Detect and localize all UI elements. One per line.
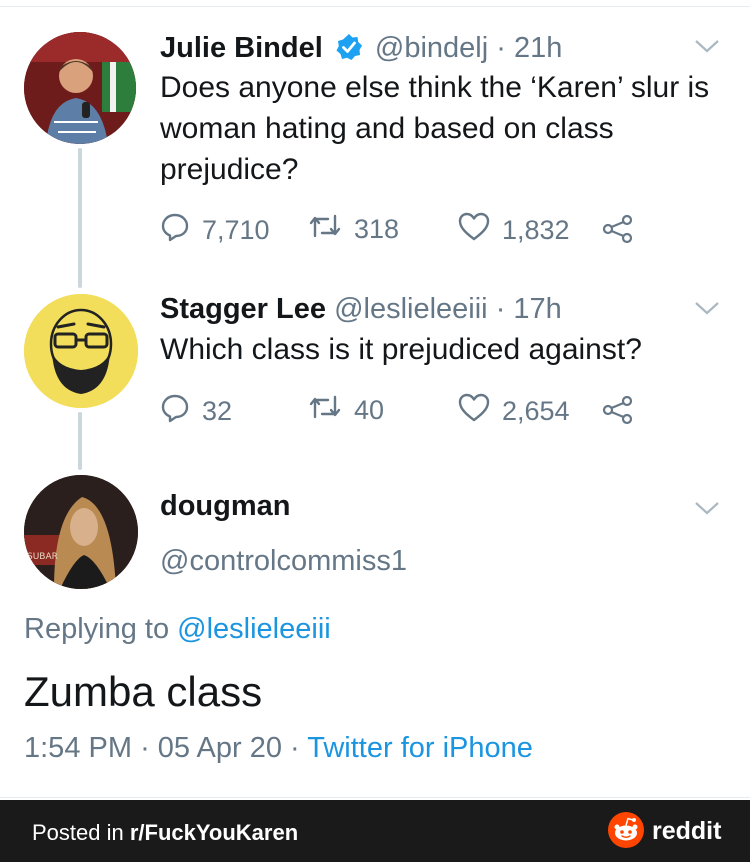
chevron-down-icon[interactable] [694,300,720,321]
reply-icon [160,212,190,249]
separator: · [290,732,300,764]
reddit-snoo-icon [608,812,644,848]
separator: · [496,32,506,64]
bottom-divider [0,797,750,798]
reddit-footer: Posted in r/FuckYouKaren reddit [0,800,750,862]
tweet-text: Zumba class [24,668,263,715]
share-button[interactable] [602,395,634,432]
like-button[interactable]: 2,654 [458,393,570,430]
chevron-down-icon[interactable] [694,38,720,59]
timestamp[interactable]: 21h [514,32,562,64]
thread-connector [78,412,82,470]
display-name[interactable]: Julie Bindel [160,32,323,64]
reddit-wordmark[interactable]: reddit [652,817,721,846]
reply-count: 32 [202,396,233,426]
reply-button[interactable]: 32 [160,393,232,430]
handle[interactable]: @bindelj [375,32,488,64]
tweet-text: Does anyone else think the ‘Karen’ slur … [160,71,710,186]
avatar[interactable]: SUBAR [24,475,138,589]
tweet-date: 05 Apr 20 [157,732,282,764]
replying-to: Replying to @leslieleeiii [24,613,331,646]
reply-count: 7,710 [202,215,270,245]
timestamp[interactable]: 17h [513,293,561,325]
posted-prefix: Posted in [32,820,124,845]
retweet-icon [308,393,342,428]
top-divider [0,6,750,7]
share-button[interactable] [602,214,634,251]
retweet-count: 40 [354,395,385,425]
like-count: 1,832 [502,215,570,245]
reply-button[interactable]: 7,710 [160,212,270,249]
separator: · [140,732,150,764]
handle[interactable]: @controlcommiss1 [160,545,407,578]
like-icon [458,212,490,249]
tweet-metadata: 1:54 PM · 05 Apr 20 · Twitter for iPhone [24,732,533,765]
replying-handle-link[interactable]: @leslieleeiii [177,613,331,645]
handle[interactable]: @leslieleeiii [334,293,488,325]
tweet-header: Stagger Lee @leslieleeiii · 17h [160,293,562,326]
chevron-down-icon[interactable] [694,500,720,521]
display-name[interactable]: Stagger Lee [160,293,326,325]
tweet-time: 1:54 PM [24,732,132,764]
replying-prefix: Replying to [24,613,170,645]
share-icon [602,395,634,432]
thread-connector [78,148,82,288]
avatar[interactable] [24,32,136,144]
tweet-text: Which class is it prejudiced against? [160,333,642,366]
verified-badge-icon [335,33,363,69]
tweet-actions: 7,710 318 1,832 [160,212,660,246]
separator: · [495,293,506,325]
like-icon [458,393,490,430]
like-button[interactable]: 1,832 [458,212,570,249]
like-count: 2,654 [502,396,570,426]
retweet-button[interactable]: 40 [308,393,384,428]
tweet-header: Julie Bindel @bindelj · 21h [160,32,562,69]
retweet-count: 318 [354,214,400,244]
retweet-icon [308,212,342,247]
retweet-button[interactable]: 318 [308,212,399,247]
tweet-actions: 32 40 2,654 [160,393,660,427]
posted-in: Posted in r/FuckYouKaren [32,820,298,846]
reply-icon [160,393,190,430]
svg-text:SUBAR: SUBAR [27,552,58,562]
share-icon [602,214,634,251]
client-link[interactable]: Twitter for iPhone [307,732,533,764]
subreddit-link[interactable]: r/FuckYouKaren [130,820,298,845]
display-name[interactable]: dougman [160,490,291,523]
avatar[interactable] [24,294,138,408]
